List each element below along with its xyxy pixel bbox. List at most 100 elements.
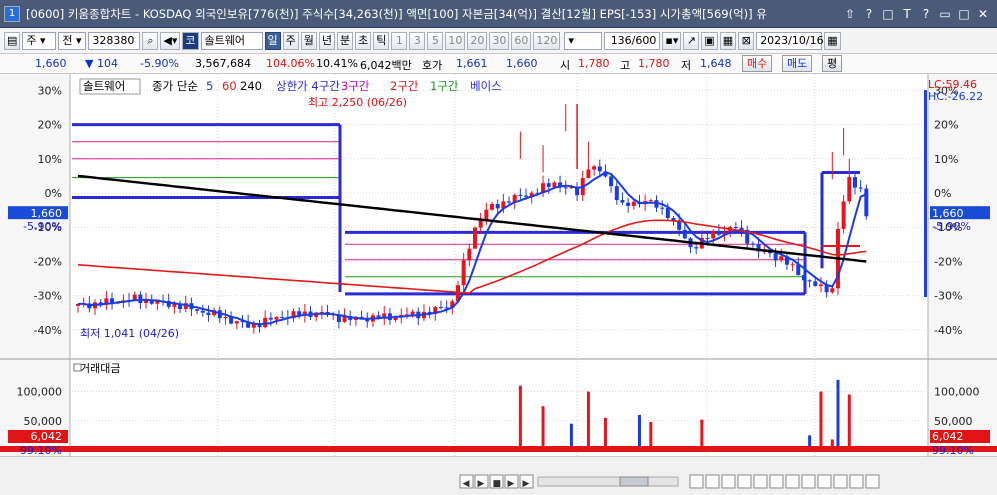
stock-name-field[interactable]: 솔트웨어 (200, 31, 263, 50)
current-price: 1,660 (35, 57, 67, 70)
evaluate-button[interactable]: 평 (822, 55, 843, 72)
period-minute[interactable]: 분 (337, 31, 354, 50)
candle-body (813, 281, 818, 287)
bid-label: 호가 (422, 59, 443, 72)
low-label: 저 (681, 59, 692, 72)
candle-body (263, 317, 268, 328)
help-icon[interactable]: ? (861, 6, 877, 22)
volume-bar (847, 394, 851, 450)
legend-ma-label: 종가 단순 (152, 79, 198, 93)
stock-chart[interactable]: 100,000 100,00050,000 50,0006,04299.10%6,0… (0, 74, 997, 495)
layout-icon[interactable]: ▤ (4, 31, 21, 50)
count-field[interactable]: 136/600 (604, 31, 661, 50)
volume-bar (603, 417, 607, 450)
maximize-icon[interactable]: □ (956, 6, 972, 22)
interval-3[interactable]: 3 (409, 31, 426, 50)
volume-tick-label: 50,000 (24, 415, 63, 428)
current-volume-band (0, 446, 997, 452)
interval-5[interactable]: 5 (427, 31, 444, 50)
interval-dropdown[interactable]: ▾ (564, 31, 603, 50)
period-month[interactable]: 월 (300, 31, 317, 50)
type-select[interactable]: 주 ▾ (22, 31, 57, 50)
calendar-icon[interactable]: ▦ (824, 31, 841, 50)
legend-zone4: 상한가 4구간 (276, 79, 340, 93)
interval-120[interactable]: 120 (533, 31, 561, 50)
all-select[interactable]: 전 ▾ (58, 31, 87, 50)
candle-body (733, 226, 738, 228)
current-price-label-right: 1,660 (932, 207, 964, 220)
candle-body (410, 311, 415, 315)
period-year[interactable]: 년 (318, 31, 336, 50)
minimize-icon[interactable]: ▭ (937, 6, 953, 22)
legend-zone3: 3구간 (341, 79, 370, 93)
candle-body (586, 169, 591, 179)
view-button (753, 474, 768, 489)
candle-body (807, 280, 812, 282)
legend-zone2: 2구간 (390, 79, 419, 93)
y-tick-label-right: 10% (934, 153, 958, 166)
date-field[interactable]: 2023/10/16 (756, 31, 824, 50)
y-tick-label: -20% (34, 255, 62, 268)
volume-bar (836, 379, 840, 450)
candle-body (495, 203, 500, 209)
pin-icon[interactable]: ⇧ (842, 6, 858, 22)
volume-tick-label-right: 50,000 (934, 415, 973, 428)
save-icon[interactable]: ▦ (719, 31, 737, 50)
candle-body (852, 177, 857, 188)
y-tick-label: 30% (38, 84, 62, 97)
candle-body (274, 317, 279, 320)
window-title: [0600] 키움종합차트 - KOSDAQ 외국인보유[776(천)] 주식수… (26, 6, 767, 21)
period-week[interactable]: 주 (282, 31, 299, 50)
period-second[interactable]: 초 (355, 31, 372, 50)
view-button (721, 474, 736, 489)
legend-base: 베이스 (470, 79, 502, 93)
y-tick-label-right: 20% (934, 119, 958, 132)
view-button (849, 474, 864, 489)
candle-body (841, 201, 846, 229)
interval-30[interactable]: 30 (489, 31, 510, 50)
volume-tick-label-right: 100,000 (934, 386, 980, 399)
ask-price: 1,660 (506, 57, 538, 70)
candle-body (858, 187, 863, 189)
info-icon[interactable]: ? (918, 6, 934, 22)
stock-code-input[interactable]: 328380 (88, 31, 141, 50)
volume-bar (700, 419, 704, 450)
candle-body (631, 201, 636, 206)
price-change: 104 (97, 57, 118, 70)
candle-body (682, 229, 687, 239)
tile-icon[interactable]: □ (880, 6, 896, 22)
draw-icon[interactable]: ↗ (683, 31, 700, 50)
close-icon[interactable]: ✕ (975, 6, 991, 22)
trade-amount: 6,042백만 (360, 59, 412, 72)
view-button (865, 474, 880, 489)
y-tick-label-right: -20% (934, 255, 962, 268)
interval-10[interactable]: 10 (445, 31, 466, 50)
period-day[interactable]: 일 (264, 31, 281, 50)
view-button (737, 474, 752, 489)
sell-button[interactable]: 매도 (782, 55, 813, 72)
search-icon[interactable]: ⌕ (142, 31, 159, 50)
candle-body (552, 182, 557, 187)
text-icon[interactable]: T (899, 6, 915, 22)
candle-body (563, 187, 568, 189)
volume: 3,567,684 (195, 57, 251, 70)
tools-icon[interactable]: ▪▾ (662, 31, 682, 50)
volume-ratio: 104.06% (266, 57, 315, 70)
compare-icon[interactable]: ▣ (701, 31, 718, 50)
candle-body (490, 203, 495, 210)
buy-button[interactable]: 매수 (742, 55, 773, 72)
candle-body (609, 176, 614, 187)
interval-20[interactable]: 20 (467, 31, 488, 50)
legend-ma240: 240 (240, 79, 262, 93)
volume-bar (649, 421, 653, 450)
interval-60[interactable]: 60 (511, 31, 532, 50)
speaker-icon[interactable]: ◀▾ (160, 31, 181, 50)
volume-bar (819, 391, 823, 450)
period-tick[interactable]: 틱 (373, 31, 390, 50)
candle-body (750, 243, 755, 245)
legend-ma5: 5 (206, 79, 213, 93)
open-label: 시 (560, 59, 571, 72)
interval-1[interactable]: 1 (391, 31, 408, 50)
candle-body (546, 183, 551, 187)
cross-icon[interactable]: ⊠ (738, 31, 755, 50)
